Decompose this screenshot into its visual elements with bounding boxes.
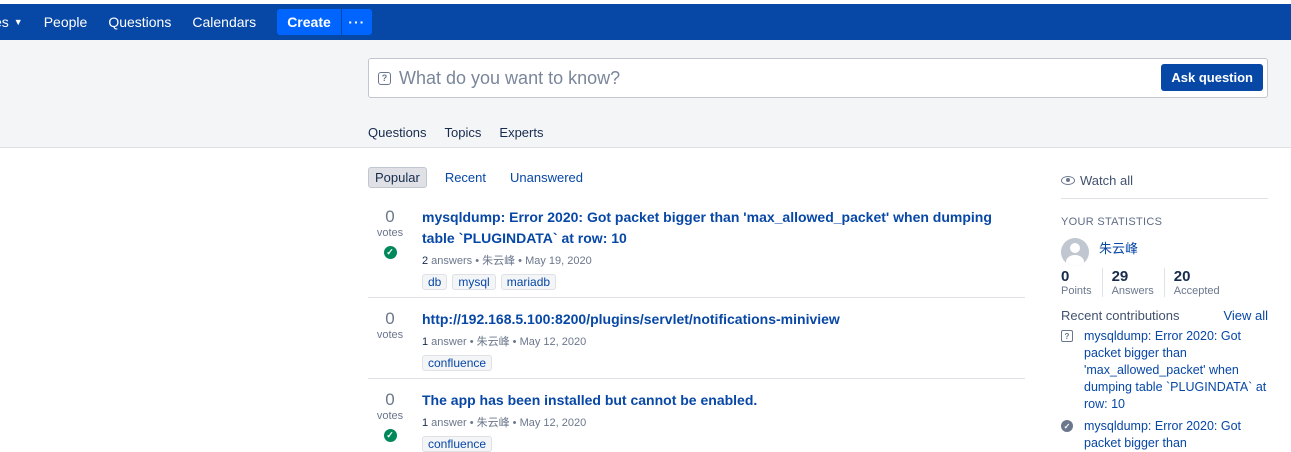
- contribution-link[interactable]: mysqldump: Error 2020: Got packet bigger…: [1084, 328, 1268, 413]
- avatar[interactable]: [1061, 238, 1089, 266]
- contribution-link[interactable]: mysqldump: Error 2020: Got packet bigger…: [1084, 418, 1268, 452]
- sidebar: Watch all YOUR STATISTICS 朱云峰 0 Points 2…: [1061, 170, 1268, 452]
- question-title-link[interactable]: http://192.168.5.100:8200/plugins/servle…: [422, 309, 1022, 330]
- contribution-item[interactable]: ? mysqldump: Error 2020: Got packet bigg…: [1061, 328, 1268, 413]
- accepted-value: 20: [1173, 268, 1191, 285]
- view-all-link[interactable]: View all: [1223, 308, 1268, 323]
- question-date: May 19, 2020: [525, 255, 592, 267]
- tab-experts[interactable]: Experts: [499, 125, 543, 140]
- nav-people[interactable]: People: [44, 14, 88, 30]
- recent-contributions-heading: Recent contributions: [1061, 308, 1180, 323]
- user-profile: 朱云峰: [1061, 238, 1268, 266]
- ask-question-button[interactable]: Ask question: [1161, 64, 1263, 91]
- eye-icon: [1061, 175, 1075, 185]
- accepted-answer-icon: ✓: [383, 429, 397, 442]
- search-header: ? What do you want to know? Ask question…: [0, 40, 1291, 148]
- question-meta: 1 answer • 朱云峰 • May 12, 2020: [422, 336, 587, 348]
- row-divider: [368, 378, 1025, 379]
- vote-label: votes: [376, 410, 404, 422]
- vote-count: 0 votes ✓: [368, 390, 412, 442]
- answer-check-icon: ✓: [1061, 420, 1073, 432]
- question-meta: 2 answers • 朱云峰 • May 19, 2020: [422, 255, 592, 267]
- vote-number: 0: [385, 390, 395, 409]
- row-divider: [368, 297, 1025, 298]
- question-title-link[interactable]: The app has been installed but cannot be…: [422, 390, 1022, 411]
- vote-label: votes: [376, 227, 404, 239]
- answer-label: answer: [428, 336, 467, 348]
- answer-label: answer: [428, 417, 467, 429]
- question-body: mysqldump: Error 2020: Got packet bigger…: [422, 207, 1022, 290]
- question-body: The app has been installed but cannot be…: [422, 390, 1022, 452]
- tag-confluence[interactable]: confluence: [422, 355, 493, 371]
- tab-questions[interactable]: Questions: [368, 125, 427, 140]
- search-input[interactable]: What do you want to know?: [399, 68, 620, 89]
- username-link[interactable]: 朱云峰: [1099, 238, 1138, 257]
- nav-calendars[interactable]: Calendars: [192, 14, 256, 30]
- question-title-link[interactable]: mysqldump: Error 2020: Got packet bigger…: [422, 207, 1022, 249]
- top-navigation-bar: es ▼ People Questions Calendars Create ··…: [0, 4, 1291, 40]
- tag-mysql[interactable]: mysql: [452, 274, 496, 290]
- question-meta: 1 answer • 朱云峰 • May 12, 2020: [422, 417, 587, 429]
- stat-answers: 29 Answers: [1112, 268, 1165, 297]
- vote-number: 0: [385, 309, 395, 328]
- stat-points: 0 Points: [1061, 268, 1103, 297]
- tag-list: confluence: [422, 355, 1022, 371]
- contribution-item[interactable]: ✓ mysqldump: Error 2020: Got packet bigg…: [1061, 418, 1268, 452]
- question-icon: ?: [1061, 330, 1073, 342]
- subnav-tabs: Questions Topics Experts: [368, 125, 561, 140]
- accepted-answer-icon: ✓: [383, 246, 397, 259]
- question-body: http://192.168.5.100:8200/plugins/servle…: [422, 309, 1022, 371]
- chevron-down-icon: ▼: [13, 17, 23, 27]
- question-filters: Popular Recent Unanswered: [368, 167, 601, 188]
- create-button[interactable]: Create: [277, 9, 341, 35]
- user-stats: 0 Points 29 Answers 20 Accepted: [1061, 268, 1268, 297]
- answers-value: 29: [1111, 268, 1129, 285]
- author-link[interactable]: 朱云峰: [482, 255, 515, 267]
- tag-list: db mysql mariadb: [422, 274, 1022, 290]
- nav-spaces[interactable]: es ▼: [0, 14, 23, 30]
- nav-spaces-label: es: [0, 14, 9, 30]
- filter-unanswered[interactable]: Unanswered: [504, 168, 589, 187]
- vote-count: 0 votes ✓: [368, 207, 412, 259]
- more-create-options-button[interactable]: ···: [340, 9, 372, 35]
- sidebar-divider: [1061, 198, 1268, 199]
- filter-popular[interactable]: Popular: [368, 167, 427, 188]
- search-box[interactable]: ? What do you want to know? Ask question: [368, 58, 1268, 98]
- tag-list: confluence: [422, 436, 1022, 452]
- points-value: 0: [1061, 268, 1070, 285]
- tab-topics[interactable]: Topics: [445, 125, 482, 140]
- question-date: May 12, 2020: [519, 417, 587, 429]
- question-date: May 12, 2020: [519, 336, 587, 348]
- accepted-label: Accepted: [1173, 285, 1220, 297]
- stat-accepted: 20 Accepted: [1174, 268, 1230, 297]
- tag-db[interactable]: db: [422, 274, 448, 290]
- statistics-heading: YOUR STATISTICS: [1061, 216, 1163, 228]
- author-link[interactable]: 朱云峰: [477, 417, 510, 429]
- answers-label: Answers: [1111, 285, 1154, 297]
- filter-recent[interactable]: Recent: [439, 168, 492, 187]
- watch-all-button[interactable]: Watch all: [1061, 170, 1268, 190]
- tag-mariadb[interactable]: mariadb: [500, 274, 557, 290]
- watch-all-label: Watch all: [1080, 172, 1133, 188]
- recent-contributions-header: Recent contributions View all: [1061, 308, 1268, 323]
- points-label: Points: [1061, 285, 1092, 297]
- question-icon: ?: [378, 71, 391, 85]
- tag-confluence[interactable]: confluence: [422, 436, 493, 452]
- vote-count: 0 votes: [368, 309, 412, 341]
- vote-number: 0: [385, 207, 395, 226]
- vote-label: votes: [376, 329, 404, 341]
- author-link[interactable]: 朱云峰: [477, 336, 510, 348]
- nav-questions[interactable]: Questions: [108, 14, 171, 30]
- answer-label: answers: [428, 255, 473, 267]
